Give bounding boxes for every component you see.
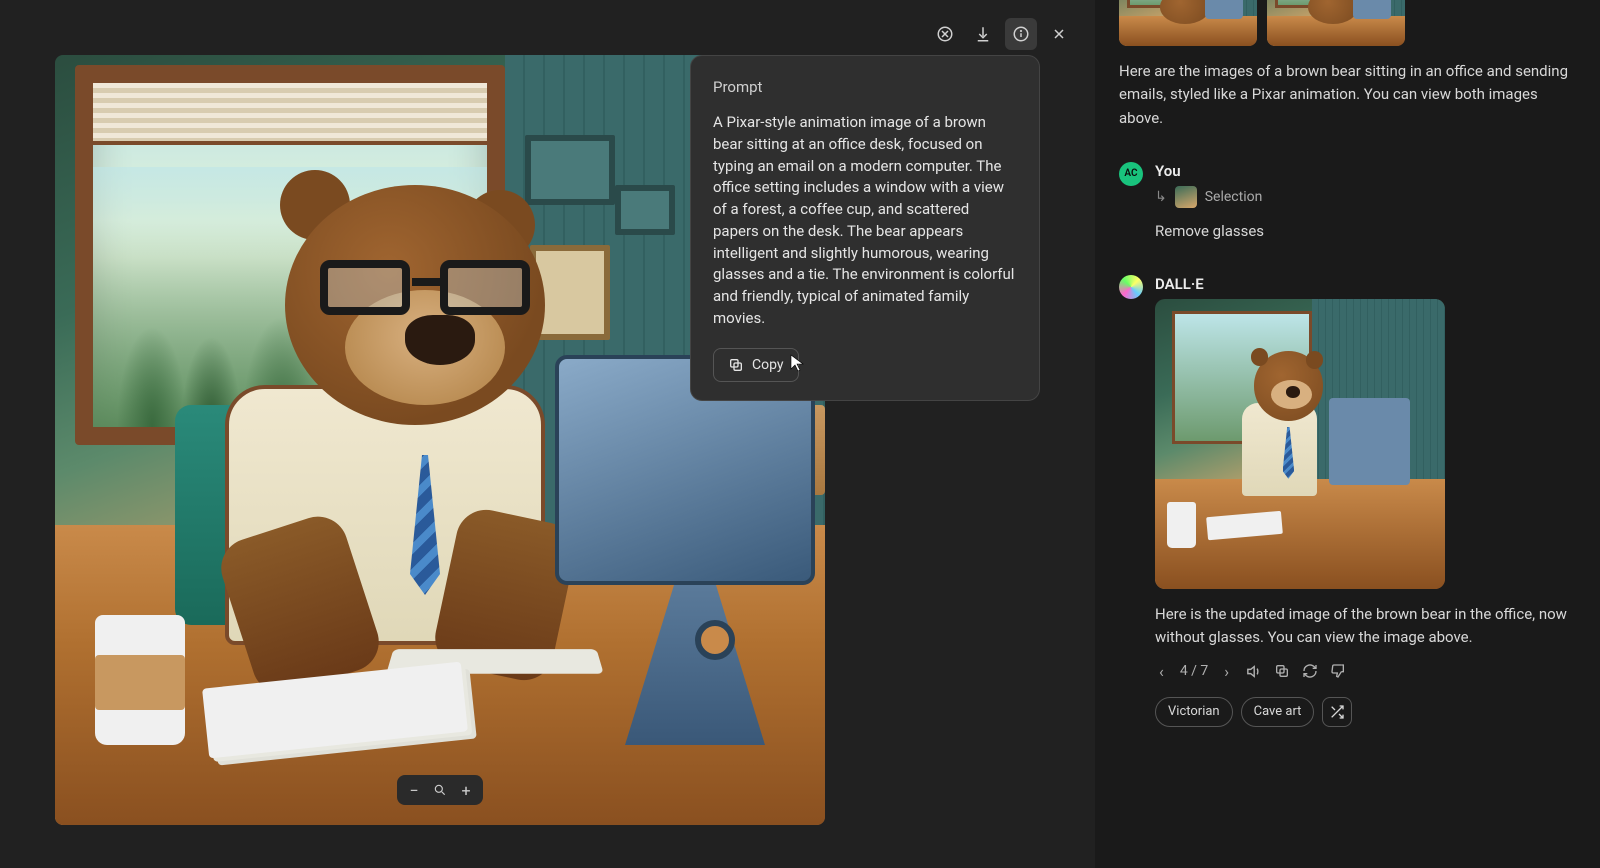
select-tool-button[interactable] bbox=[929, 18, 961, 50]
assistant-message: Here are the images of a brown bear sitt… bbox=[1119, 60, 1572, 130]
result-thumbnail[interactable] bbox=[1119, 0, 1257, 46]
selection-thumbnail[interactable] bbox=[1175, 186, 1197, 208]
viewer-toolbar bbox=[929, 18, 1075, 50]
reply-arrow-icon: ↳ bbox=[1155, 189, 1167, 205]
zoom-out-button[interactable]: − bbox=[403, 779, 425, 801]
result-thumbnails bbox=[1119, 0, 1572, 46]
thumbs-down-button[interactable] bbox=[1330, 663, 1346, 679]
pager-next-button[interactable]: › bbox=[1220, 660, 1233, 683]
copy-response-button[interactable] bbox=[1274, 663, 1290, 679]
style-pill-victorian[interactable]: Victorian bbox=[1155, 697, 1233, 727]
image-viewer-panel: − + Prompt A Pixar-style animation image… bbox=[0, 0, 1095, 868]
info-button[interactable] bbox=[1005, 18, 1037, 50]
selection-label: Selection bbox=[1205, 189, 1263, 205]
close-button[interactable] bbox=[1043, 18, 1075, 50]
copy-icon bbox=[728, 357, 744, 373]
prompt-title: Prompt bbox=[713, 78, 1017, 96]
pager-label: 4 / 7 bbox=[1180, 663, 1208, 679]
read-aloud-button[interactable] bbox=[1245, 663, 1262, 680]
prompt-popover: Prompt A Pixar-style animation image of … bbox=[690, 55, 1040, 401]
dalle-message-row: DALL·E Here is the updated image of the … bbox=[1119, 275, 1572, 727]
style-suggestions: Victorian Cave art bbox=[1155, 697, 1572, 727]
zoom-reset-button[interactable] bbox=[429, 779, 451, 801]
dalle-name-label: DALL·E bbox=[1155, 275, 1572, 293]
dalle-result-image[interactable] bbox=[1155, 299, 1445, 589]
result-thumbnail[interactable] bbox=[1267, 0, 1405, 46]
chat-panel: Here are the images of a brown bear sitt… bbox=[1095, 0, 1600, 868]
style-pill-cave-art[interactable]: Cave art bbox=[1241, 697, 1315, 727]
selection-reference: ↳ Selection bbox=[1155, 186, 1572, 208]
zoom-controls: − + bbox=[397, 775, 483, 805]
zoom-in-button[interactable]: + bbox=[455, 779, 477, 801]
shuffle-styles-button[interactable] bbox=[1322, 697, 1352, 727]
pager-prev-button[interactable]: ‹ bbox=[1155, 660, 1168, 683]
copy-prompt-button[interactable]: Copy bbox=[713, 348, 799, 382]
download-button[interactable] bbox=[967, 18, 999, 50]
response-controls: ‹ 4 / 7 › bbox=[1155, 660, 1572, 683]
user-name-label: You bbox=[1155, 162, 1572, 180]
dalle-caption: Here is the updated image of the brown b… bbox=[1155, 603, 1572, 650]
copy-label: Copy bbox=[752, 357, 784, 373]
user-avatar: AC bbox=[1119, 162, 1143, 186]
dalle-avatar bbox=[1119, 275, 1143, 299]
regenerate-button[interactable] bbox=[1302, 663, 1318, 679]
user-message-row: AC You ↳ Selection Remove glasses bbox=[1119, 162, 1572, 243]
prompt-text: A Pixar-style animation image of a brown… bbox=[713, 112, 1017, 330]
user-message-text: Remove glasses bbox=[1155, 220, 1572, 243]
